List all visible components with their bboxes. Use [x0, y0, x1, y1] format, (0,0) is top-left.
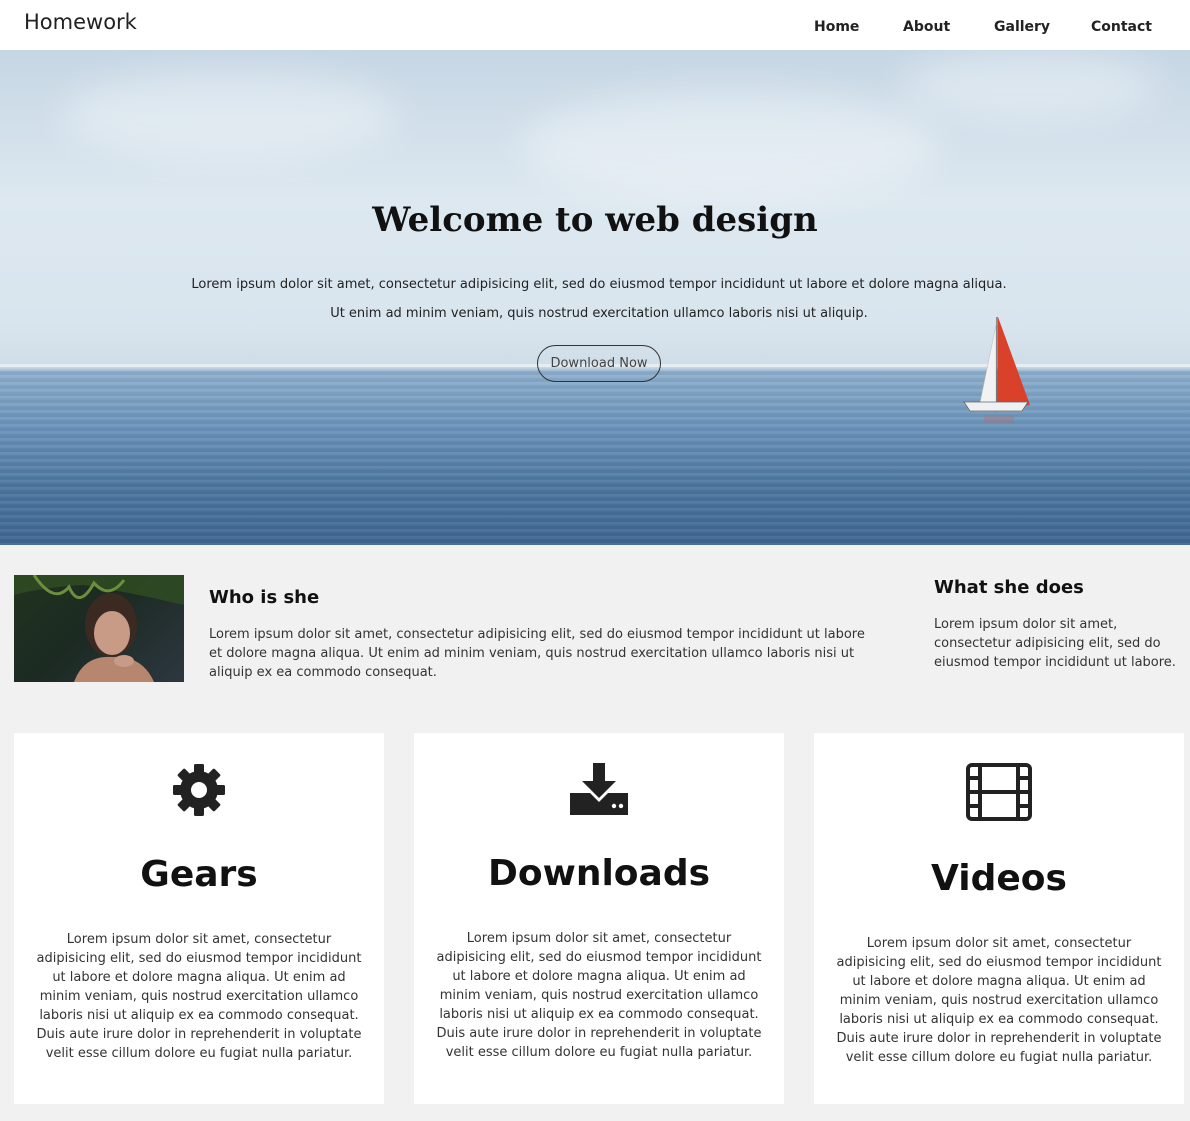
what-she-does-text: Lorem ipsum dolor sit amet, consectetur … — [934, 617, 1176, 670]
feature-card-videos: Videos Lorem ipsum dolor sit amet, conse… — [814, 733, 1184, 1104]
gear-icon — [173, 764, 225, 816]
card-text-downloads: Lorem ipsum dolor sit amet, consectetur … — [436, 931, 762, 1060]
card-title-videos: Videos — [931, 858, 1067, 899]
card-text-videos: Lorem ipsum dolor sit amet, consectetur … — [836, 936, 1162, 1065]
card-title-gears: Gears — [140, 854, 258, 895]
card-title-downloads: Downloads — [487, 853, 711, 894]
hero-cloud — [520, 90, 940, 200]
nav-link-contact[interactable]: Contact — [1091, 19, 1152, 35]
brand-logo[interactable]: Homework — [24, 10, 137, 34]
profile-photo — [14, 575, 184, 682]
hero-cloud — [60, 70, 400, 160]
card-text-gears: Lorem ipsum dolor sit amet, consectetur … — [36, 932, 362, 1061]
navbar: Homework Home About Gallery Contact — [0, 0, 1190, 50]
download-icon — [570, 763, 628, 815]
nav-link-about[interactable]: About — [903, 19, 950, 35]
hero-title: Welcome to web design — [372, 200, 818, 240]
sailboat-image — [963, 317, 1030, 423]
nav-link-gallery[interactable]: Gallery — [994, 19, 1050, 35]
feature-card-gears: Gears Lorem ipsum dolor sit amet, consec… — [14, 733, 384, 1104]
nav-link-home[interactable]: Home — [814, 19, 859, 35]
who-is-she-title: Who is she — [209, 587, 320, 608]
what-she-does-title: What she does — [934, 577, 1084, 598]
hero-cloud — [900, 50, 1160, 120]
hero-subtitle-line-1: Lorem ipsum dolor sit amet, consectetur … — [191, 277, 1007, 292]
feature-card-downloads: Downloads Lorem ipsum dolor sit amet, co… — [414, 733, 784, 1104]
hero-banner: Welcome to web design Lorem ipsum dolor … — [0, 50, 1190, 545]
who-is-she-text: Lorem ipsum dolor sit amet, consectetur … — [209, 627, 865, 680]
film-icon — [966, 763, 1032, 821]
download-now-button[interactable]: Download Now — [537, 345, 661, 382]
